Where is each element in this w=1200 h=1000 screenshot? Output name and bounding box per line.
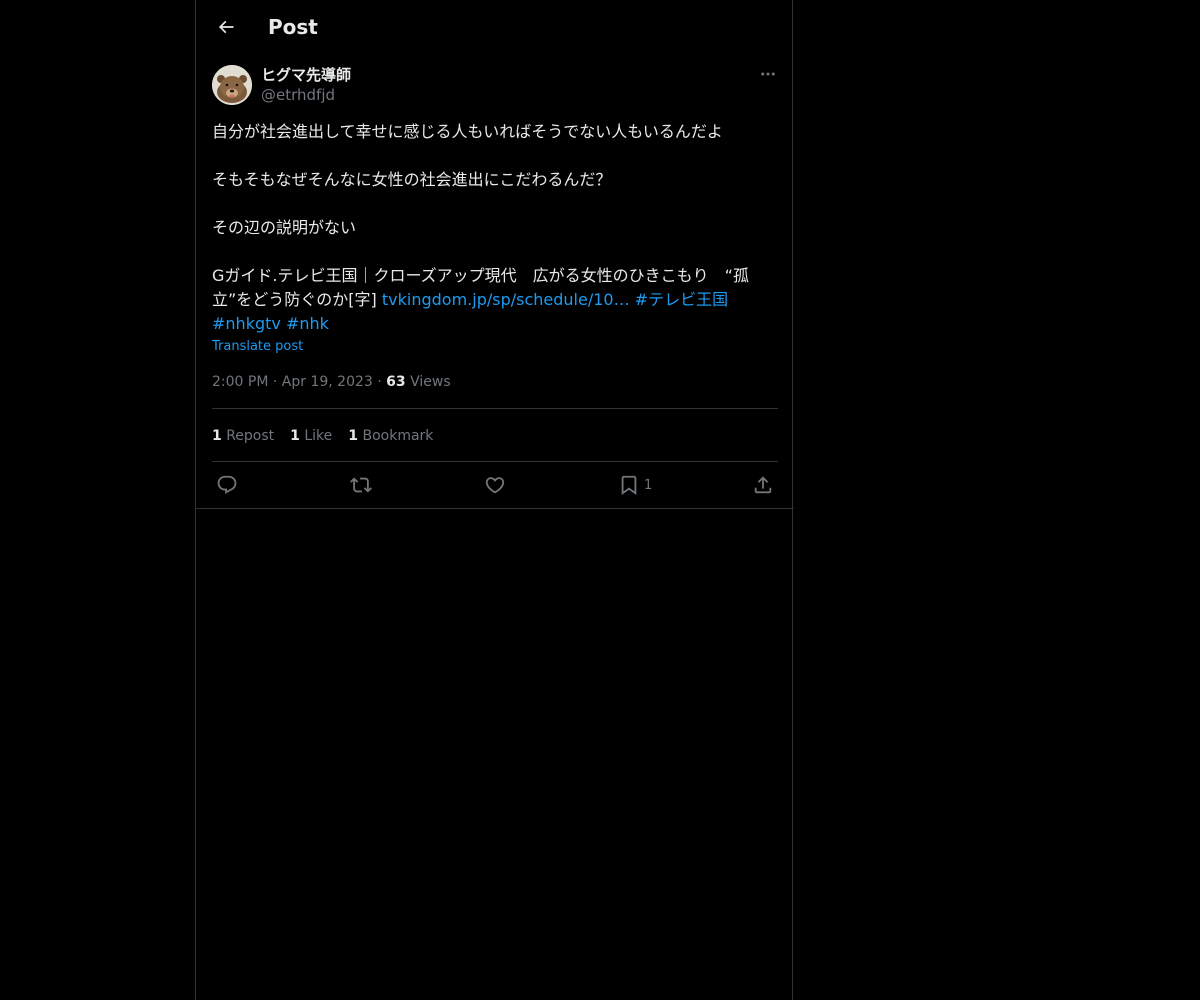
back-button[interactable]: [208, 9, 244, 45]
bookmarks-count: 1: [348, 428, 359, 444]
reposts-count: 1: [212, 428, 222, 444]
author-display-name[interactable]: ヒグマ先導師: [261, 65, 351, 85]
post-detail: ヒグマ先導師 @etrhdfjd 自分が社会進出して幸せに感じる人もいればそうで…: [212, 64, 778, 496]
avatar[interactable]: [212, 65, 252, 105]
repost-button[interactable]: [350, 473, 372, 497]
post-bottom-border: [196, 508, 794, 509]
page-header: Post: [196, 0, 794, 54]
hashtag-link[interactable]: #nhkgtv: [212, 314, 281, 333]
likes-count: 1: [290, 428, 300, 444]
hashtag-link[interactable]: #テレビ王国: [635, 290, 728, 309]
more-options-button[interactable]: [758, 64, 778, 84]
views-count: 63: [386, 374, 406, 390]
likes-stat[interactable]: 1 Like: [290, 428, 332, 444]
reply-icon: [217, 475, 237, 494]
post-text: 自分が社会進出して幸せに感じる人もいればそうでない人もいるんだよ そもそもなぜそ…: [212, 120, 778, 336]
reposts-stat[interactable]: 1 Repost: [212, 428, 274, 444]
translate-post-link[interactable]: Translate post: [212, 338, 303, 356]
divider: [212, 408, 778, 409]
hashtag-link[interactable]: #nhk: [286, 314, 329, 333]
bear-avatar-icon: [212, 65, 252, 105]
divider: [212, 461, 778, 462]
bookmark-count: 1: [644, 477, 653, 493]
bookmark-icon: [621, 475, 637, 496]
more-horizontal-icon: [761, 72, 775, 76]
main-column: Post ヒグマ先導師 @etrhdfjd 自分が社会進出して幸せに感じる人もい…: [195, 0, 794, 1000]
post-text-paragraph: Gガイド.テレビ王国｜クローズアップ現代 広がる女性のひきこもり “孤立”をどう…: [212, 264, 778, 336]
post-date[interactable]: Apr 19, 2023: [282, 374, 373, 390]
bookmarks-label: Bookmark: [362, 428, 434, 444]
arrow-left-icon: [218, 20, 234, 34]
reposts-label: Repost: [226, 428, 275, 444]
post-meta: 2:00 PM · Apr 19, 2023 · 63 Views: [212, 372, 451, 392]
action-bar: 1: [212, 473, 778, 497]
heart-icon: [485, 477, 505, 494]
post-text-line: そもそもなぜそんなに女性の社会進出にこだわるんだ？: [212, 170, 612, 189]
post-text-line: その辺の説明がない: [212, 218, 357, 237]
post-text-line: 自分が社会進出して幸せに感じる人もいればそうでない人もいるんだよ: [212, 122, 723, 141]
views-label: Views: [410, 374, 451, 390]
share-icon: [754, 476, 772, 494]
reply-button[interactable]: [216, 473, 238, 497]
meta-separator: ·: [377, 374, 382, 390]
likes-label: Like: [304, 428, 333, 444]
post-link[interactable]: tvkingdom.jp/sp/schedule/10…: [382, 290, 630, 309]
meta-separator: ·: [272, 374, 278, 390]
page-title: Post: [268, 15, 318, 39]
author-handle[interactable]: @etrhdfjd: [261, 85, 335, 105]
like-button[interactable]: [484, 473, 506, 497]
post-time[interactable]: 2:00 PM: [212, 374, 268, 390]
bookmark-button[interactable]: 1: [618, 473, 652, 497]
bookmarks-stat[interactable]: 1 Bookmark: [348, 428, 433, 444]
share-button[interactable]: [752, 473, 774, 497]
author-row: ヒグマ先導師 @etrhdfjd: [212, 64, 778, 106]
engagement-stats: 1 Repost 1 Like 1 Bookmark: [212, 426, 449, 446]
repost-icon: [350, 477, 372, 493]
